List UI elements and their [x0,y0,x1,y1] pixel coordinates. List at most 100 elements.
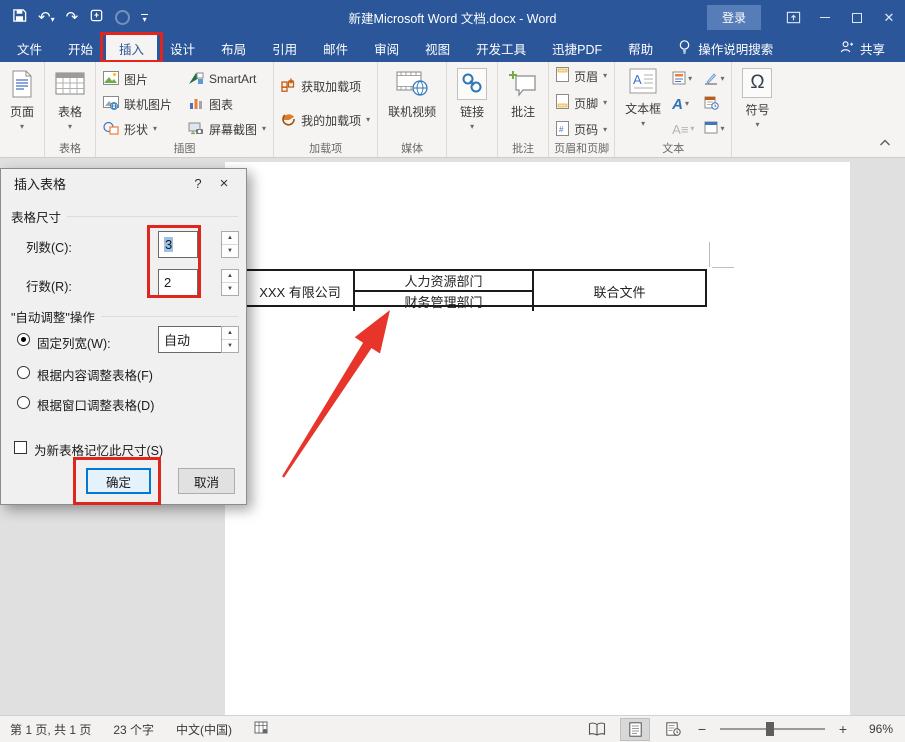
close-icon[interactable]: ✕ [873,5,905,31]
document-page[interactable] [225,162,850,715]
fit-content-label: 根据内容调整表格(F) [37,365,153,384]
my-addins-button[interactable]: 我的加载项 ▾ [279,108,372,132]
ok-button[interactable]: 确定 [86,468,151,494]
tab-layout[interactable]: 布局 [208,35,259,62]
quick-parts-button[interactable]: ▾ [670,67,696,91]
titlebar-controls: 登录 ✕ [707,5,905,31]
online-pictures-button[interactable]: 联机图片 [101,92,174,116]
ribbon-display-options-icon[interactable] [777,5,809,31]
rows-stepper[interactable]: ▲▼ [221,269,239,296]
link-icon [457,68,487,100]
zoom-in-button[interactable]: + [837,721,849,737]
maximize-icon[interactable] [841,5,873,31]
doc-table-cell-dept2[interactable]: 财务管理部门 [355,292,532,311]
sync-circle-icon [115,10,130,25]
group-symbols: Ω 符号 ▾ [732,62,782,157]
date-time-button[interactable] [702,92,726,116]
tab-home[interactable]: 开始 [55,35,106,62]
customize-qat-icon[interactable]: ▾ [141,14,148,22]
rows-label: 行数(R): [26,276,72,295]
dialog-close-icon[interactable]: × [210,175,238,192]
margin-crop-mark-horizontal [712,267,734,268]
redo-icon[interactable]: ↷ [66,10,79,25]
pictures-button[interactable]: 图片 [101,67,174,91]
text-box-button[interactable]: A 文本框 ▾ [620,65,666,141]
fixed-width-stepper[interactable]: ▲▼ [221,326,239,353]
word-count[interactable]: 23 个字 [113,721,154,738]
smartart-button[interactable]: SmartArt [186,67,268,91]
group-comments: 批注 批注 [498,62,549,157]
read-mode-icon[interactable] [582,718,612,741]
doc-table[interactable]: XXX 有限公司 人力资源部门 财务管理部门 联合文件 [245,269,707,307]
tab-file[interactable]: 文件 [4,35,55,62]
touch-mode-icon[interactable] [89,8,104,28]
tab-developer[interactable]: 开发工具 [463,35,539,62]
screenshot-button[interactable]: 屏幕截图 ▾ [186,117,268,141]
page-number-button[interactable]: # 页码 ▾ [554,118,609,141]
fit-content-radio[interactable] [17,366,30,379]
cancel-button[interactable]: 取消 [178,468,235,494]
header-icon [556,67,569,85]
link-button[interactable]: 链接 ▾ [452,65,492,141]
group-header-footer: 页眉 ▾ 页脚 ▾ # 页码 ▾ 页眉和页脚 [549,62,615,157]
word-window: ↶▾ ↷ ▾ 新建Microsoft Word 文档.docx - Word 登… [0,0,905,742]
zoom-slider[interactable] [720,728,825,730]
doc-table-cell-joint[interactable]: 联合文件 [532,271,705,311]
columns-input[interactable]: 3 [158,231,198,258]
minimize-icon[interactable] [809,5,841,31]
symbol-button[interactable]: Ω 符号 ▾ [737,65,777,141]
my-addins-icon [281,112,296,129]
object-button[interactable]: ▾ [702,117,726,141]
print-layout-icon[interactable] [620,718,650,741]
table-button[interactable]: 表格 ▾ [50,65,90,141]
wordart-button[interactable]: A ▾ [670,92,696,116]
remember-dimensions-checkbox[interactable] [14,441,27,454]
signature-line-icon [704,71,718,88]
zoom-slider-thumb[interactable] [766,722,774,736]
fixed-width-radio[interactable] [17,333,30,346]
tab-insert[interactable]: 插入 [106,35,157,62]
tab-pdf[interactable]: 迅捷PDF [539,35,615,62]
drop-cap-button[interactable]: A≡ ▾ [670,117,696,141]
save-icon[interactable] [12,8,27,28]
fixed-width-combo[interactable]: 自动 [158,326,222,353]
doc-table-cell-company[interactable]: XXX 有限公司 [247,271,355,311]
group-label-illustrations: 插图 [96,140,273,156]
help-icon[interactable]: ? [186,176,210,191]
comment-button[interactable]: 批注 [503,65,543,141]
get-addins-button[interactable]: 获取加载项 [279,74,372,98]
zoom-level[interactable]: 96% [857,722,893,736]
share-button[interactable]: 共享 [827,35,905,62]
macro-record-icon[interactable] [254,721,268,737]
screenshot-icon [188,121,204,138]
undo-icon[interactable]: ↶▾ [38,10,55,25]
pages-button[interactable]: 页面 ▾ [5,65,39,141]
signature-line-button[interactable]: ▾ [702,67,726,91]
rows-input[interactable]: 2 [158,269,198,296]
group-links: 链接 ▾ [447,62,498,157]
tab-mailings[interactable]: 邮件 [310,35,361,62]
tab-design[interactable]: 设计 [157,35,208,62]
header-button[interactable]: 页眉 ▾ [554,65,609,88]
online-video-button[interactable]: 联机视频 [383,65,441,141]
object-icon [704,121,718,137]
web-layout-icon[interactable] [658,718,688,741]
footer-button[interactable]: 页脚 ▾ [554,92,609,115]
columns-stepper[interactable]: ▲▼ [221,231,239,258]
fit-window-radio[interactable] [17,396,30,409]
signin-button[interactable]: 登录 [707,5,761,30]
collapse-ribbon-icon[interactable] [879,134,891,152]
doc-table-cell-dept1[interactable]: 人力资源部门 [355,271,532,292]
chart-button[interactable]: 图表 [186,92,268,116]
tell-me-search[interactable]: 操作说明搜索 [666,35,785,62]
autofit-section: "自动调整"操作 [11,307,238,326]
shapes-button[interactable]: 形状 ▾ [101,117,174,141]
zoom-out-button[interactable]: − [696,721,708,737]
tab-review[interactable]: 审阅 [361,35,412,62]
language-indicator[interactable]: 中文(中国) [176,721,232,738]
tab-view[interactable]: 视图 [412,35,463,62]
page-indicator[interactable]: 第 1 页, 共 1 页 [10,721,91,738]
page-icon [10,68,34,100]
tab-references[interactable]: 引用 [259,35,310,62]
tab-help[interactable]: 帮助 [615,35,666,62]
